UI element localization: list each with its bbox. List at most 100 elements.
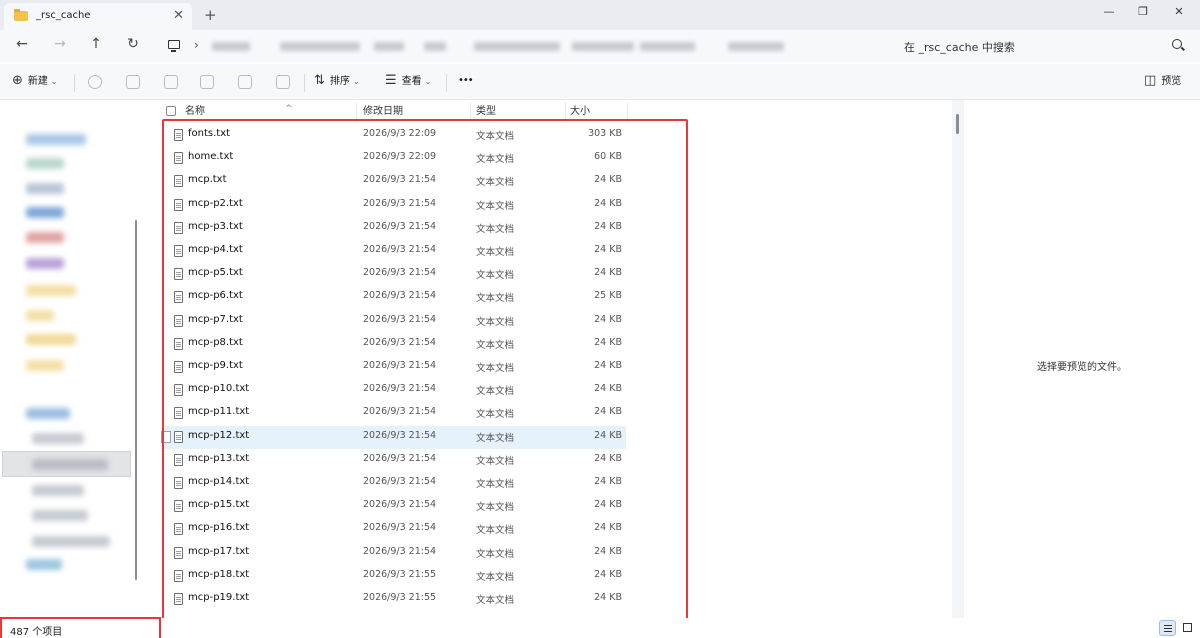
text-file-icon <box>174 407 183 420</box>
breadcrumb-segment-redacted[interactable] <box>212 42 250 51</box>
breadcrumb-segment-redacted[interactable] <box>572 42 634 51</box>
breadcrumb-segment-redacted[interactable] <box>474 42 560 51</box>
view-button[interactable]: ☰ 查看 ⌄ <box>385 74 431 90</box>
file-list-scrollbar[interactable] <box>956 114 959 134</box>
nav-item-redacted[interactable] <box>32 459 108 470</box>
table-row[interactable]: mcp-p7.txt 2026/9/3 21:54 文本文档 24 KB <box>164 310 626 333</box>
file-size: 24 KB <box>594 197 622 209</box>
table-row[interactable]: mcp-p6.txt 2026/9/3 21:54 文本文档 25 KB <box>164 286 626 309</box>
table-row[interactable]: mcp-p19.txt 2026/9/3 21:55 文本文档 24 KB <box>164 588 626 611</box>
nav-item-redacted[interactable] <box>26 334 76 345</box>
breadcrumb-segment-redacted[interactable] <box>728 42 784 51</box>
column-divider[interactable] <box>627 102 628 122</box>
nav-item-redacted[interactable] <box>26 258 64 269</box>
column-type[interactable]: 类型 <box>476 103 496 121</box>
delete-icon[interactable] <box>276 75 290 89</box>
up-button[interactable]: ↑ <box>84 36 108 52</box>
file-name: mcp-p12.txt <box>188 429 250 441</box>
nav-item-redacted[interactable] <box>26 408 70 419</box>
refresh-button[interactable]: ↻ <box>121 36 145 52</box>
file-type: 文本文档 <box>476 154 515 166</box>
table-row[interactable]: mcp-p13.txt 2026/9/3 21:54 文本文档 24 KB <box>164 449 626 472</box>
nav-scrollbar[interactable] <box>135 220 137 580</box>
address-bar[interactable]: › <box>162 34 882 58</box>
nav-item-redacted[interactable] <box>26 207 64 218</box>
column-date[interactable]: 修改日期 <box>363 103 403 121</box>
file-name: mcp-p8.txt <box>188 336 243 348</box>
details-view-button[interactable] <box>1159 620 1176 636</box>
row-checkbox[interactable] <box>161 430 171 443</box>
nav-item-redacted[interactable] <box>26 183 64 194</box>
plus-circle-icon: ⊕ <box>12 73 23 88</box>
nav-item-redacted[interactable] <box>26 232 64 243</box>
search-box[interactable]: 在 _rsc_cache 中搜索 <box>894 34 1190 58</box>
table-row[interactable]: mcp-p4.txt 2026/9/3 21:54 文本文档 24 KB <box>164 240 626 263</box>
column-divider[interactable] <box>356 102 357 122</box>
cut-icon[interactable] <box>88 75 102 89</box>
nav-item-redacted[interactable] <box>26 158 64 169</box>
share-icon[interactable] <box>238 75 252 89</box>
preview-toggle-button[interactable]: ◫ 预览 <box>1144 74 1181 90</box>
table-row[interactable]: mcp-p11.txt 2026/9/3 21:54 文本文档 24 KB <box>164 402 626 425</box>
rename-icon[interactable] <box>200 75 214 89</box>
tab-rsc-cache[interactable]: _rsc_cache ✕ <box>4 3 192 30</box>
table-row[interactable]: mcp-p17.txt 2026/9/3 21:54 文本文档 24 KB <box>164 542 626 565</box>
table-row[interactable]: mcp-p5.txt 2026/9/3 21:54 文本文档 24 KB <box>164 263 626 286</box>
table-row[interactable]: mcp-p12.txt 2026/9/3 21:54 文本文档 24 KB <box>161 425 626 449</box>
column-divider[interactable] <box>565 102 566 122</box>
sort-button[interactable]: ⇅ 排序 ⌄ <box>314 74 360 90</box>
table-row[interactable]: mcp-p2.txt 2026/9/3 21:54 文本文档 24 KB <box>164 194 626 217</box>
table-row[interactable]: mcp-p14.txt 2026/9/3 21:54 文本文档 24 KB <box>164 472 626 495</box>
table-row[interactable]: mcp-p15.txt 2026/9/3 21:54 文本文档 24 KB <box>164 495 626 518</box>
copy-icon[interactable] <box>126 75 140 89</box>
column-size[interactable]: 大小 <box>570 103 590 121</box>
breadcrumb-segment-redacted[interactable] <box>374 42 404 51</box>
close-window-button[interactable]: ✕ <box>1164 5 1194 18</box>
more-options-button[interactable]: ••• <box>458 74 474 90</box>
table-row[interactable]: mcp-p10.txt 2026/9/3 21:54 文本文档 24 KB <box>164 379 626 402</box>
file-name: mcp-p10.txt <box>188 383 250 395</box>
nav-item-redacted[interactable] <box>32 510 88 521</box>
new-button[interactable]: ⊕ 新建 ⌄ <box>12 74 58 90</box>
table-row[interactable]: fonts.txt 2026/9/3 22:09 文本文档 303 KB <box>164 124 626 147</box>
forward-button[interactable]: → <box>48 36 72 52</box>
file-type: 文本文档 <box>476 177 515 189</box>
sort-ascending-icon: ^ <box>285 104 293 114</box>
search-icon[interactable] <box>1172 39 1182 49</box>
restore-button[interactable]: ❐ <box>1128 5 1158 18</box>
table-row[interactable]: mcp-p16.txt 2026/9/3 21:54 文本文档 24 KB <box>164 518 626 541</box>
table-row[interactable]: mcp.txt 2026/9/3 21:54 文本文档 24 KB <box>164 170 626 193</box>
file-name: home.txt <box>188 151 234 163</box>
table-row[interactable]: mcp-p18.txt 2026/9/3 21:55 文本文档 24 KB <box>164 565 626 588</box>
column-name[interactable]: 名称 ^ <box>185 103 293 121</box>
table-row[interactable]: mcp-p8.txt 2026/9/3 21:54 文本文档 24 KB <box>164 333 626 356</box>
nav-item-redacted[interactable] <box>32 485 84 496</box>
breadcrumb-segment-redacted[interactable] <box>640 42 695 51</box>
tiles-view-button[interactable] <box>1179 620 1196 636</box>
file-size: 24 KB <box>594 174 622 186</box>
column-divider[interactable] <box>470 102 471 122</box>
nav-item-redacted[interactable] <box>32 536 110 547</box>
table-row[interactable]: mcp-p9.txt 2026/9/3 21:54 文本文档 24 KB <box>164 356 626 379</box>
file-date: 2026/9/3 21:54 <box>363 499 437 511</box>
nav-item-redacted[interactable] <box>32 433 84 444</box>
nav-item-redacted[interactable] <box>26 360 64 371</box>
table-row[interactable]: mcp-p3.txt 2026/9/3 21:54 文本文档 24 KB <box>164 217 626 240</box>
table-row[interactable]: home.txt 2026/9/3 22:09 文本文档 60 KB <box>164 147 626 170</box>
tab-close-icon[interactable]: ✕ <box>173 8 184 23</box>
breadcrumb-segment-redacted[interactable] <box>280 42 360 51</box>
file-date: 2026/9/3 21:54 <box>363 220 437 232</box>
tiles-view-icon <box>1183 623 1192 632</box>
nav-item-redacted[interactable] <box>26 310 54 321</box>
minimize-button[interactable]: — <box>1094 5 1124 18</box>
file-name: mcp-p3.txt <box>188 220 243 232</box>
back-button[interactable]: ← <box>10 36 34 52</box>
paste-icon[interactable] <box>164 75 178 89</box>
select-all-checkbox[interactable] <box>166 106 176 116</box>
nav-item-redacted[interactable] <box>26 285 76 296</box>
new-tab-button[interactable]: + <box>204 6 217 24</box>
nav-item-redacted[interactable] <box>26 134 86 145</box>
nav-item-redacted[interactable] <box>26 559 62 570</box>
breadcrumb-segment-redacted[interactable] <box>424 42 446 51</box>
file-list-scroll-track[interactable] <box>952 100 964 620</box>
